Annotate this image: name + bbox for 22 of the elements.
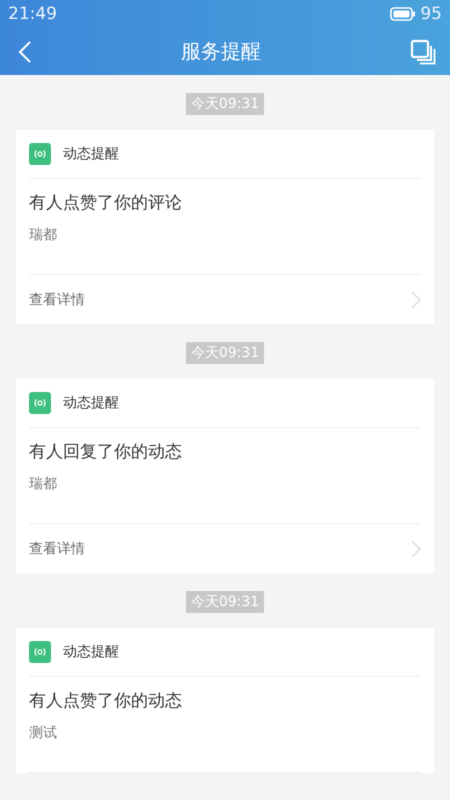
- back-icon[interactable]: [18, 40, 32, 64]
- signal-icon: [29, 641, 51, 663]
- page-title: 服务提醒: [181, 38, 261, 65]
- message-title: 有人回复了你的动态: [29, 441, 183, 463]
- message-title: 有人点赞了你的评论: [29, 192, 183, 214]
- chevron-icon: [411, 290, 421, 308]
- message-title: 有人点赞了你的动态: [29, 690, 183, 712]
- details-link[interactable]: 查看详情: [29, 275, 421, 324]
- signal-icon: [29, 143, 51, 165]
- source-label: 动态提醒: [63, 145, 119, 163]
- battery-icon: [390, 7, 416, 21]
- battery-level: 95: [420, 4, 442, 24]
- message-subtitle: 瑞都: [29, 226, 58, 244]
- signal-icon: [29, 392, 51, 414]
- chevron-icon: [411, 540, 421, 558]
- status-time: 21:49: [8, 4, 57, 24]
- details-link[interactable]: 查看详情: [29, 524, 421, 573]
- copy-icon[interactable]: [410, 38, 436, 64]
- source-label: 动态提醒: [63, 394, 119, 412]
- message-subtitle: 瑞都: [29, 475, 58, 493]
- message-subtitle: 测试: [29, 724, 58, 742]
- source-label: 动态提醒: [63, 643, 119, 661]
